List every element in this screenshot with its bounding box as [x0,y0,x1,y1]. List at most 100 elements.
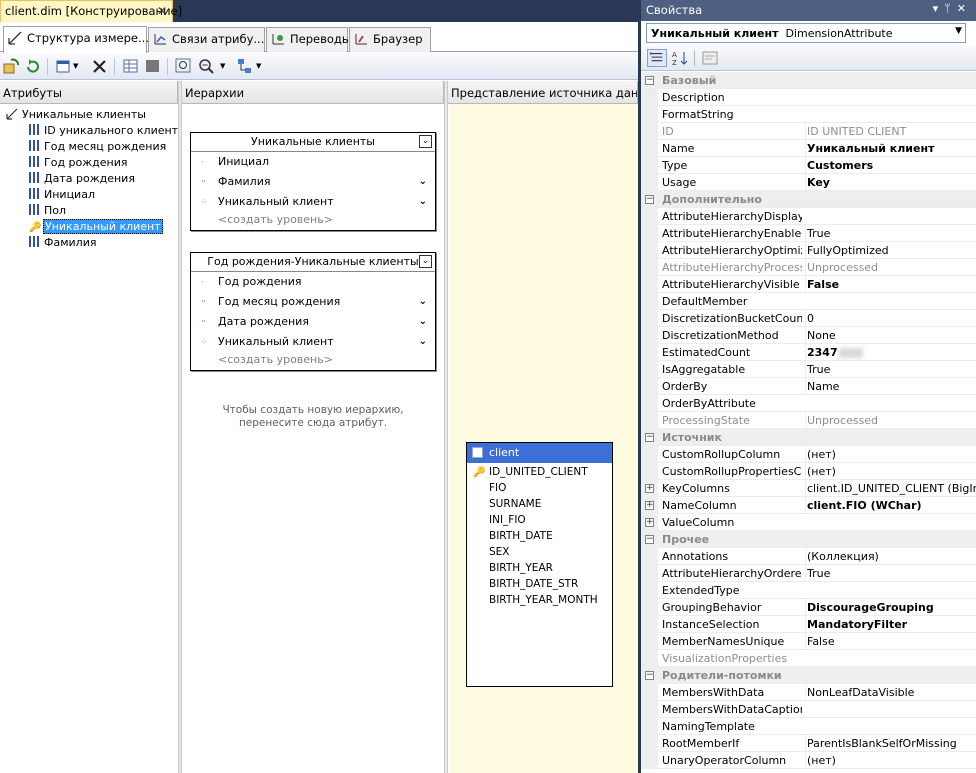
property-row[interactable]: OrderByAttribute [641,395,976,412]
property-value[interactable]: (нет) [805,463,976,480]
property-row[interactable]: + NameColumn client.FIO (WChar) [641,497,976,514]
property-row[interactable]: IsAggregatable True [641,361,976,378]
hierarchy-title[interactable]: Уникальные клиенты ⌄ [191,133,435,152]
dsv-column[interactable]: SURNAME [467,496,612,512]
property-category[interactable]: − Родители-потомки [641,667,976,684]
tab-dimension-structure[interactable]: Структура измере... [3,26,149,53]
dsv-column[interactable]: BIRTH_DATE_STR [467,576,612,592]
dsv-table-header[interactable]: client [467,443,612,463]
level-dropdown-icon[interactable]: ⌄ [419,332,427,352]
dsv-column[interactable]: INI_FIO [467,512,612,528]
dsv-column[interactable]: SEX [467,544,612,560]
property-category[interactable]: − Источник [641,429,976,446]
chevron-down-icon[interactable]: ▼ [955,26,962,36]
level-dropdown-icon[interactable]: ⌄ [419,292,427,312]
collapse-icon[interactable]: − [645,195,654,204]
attribute-item[interactable]: Фамилия [29,235,96,251]
property-row[interactable]: MemberNamesUnique False [641,633,976,650]
property-row[interactable]: CustomRollupColumn (нет) [641,446,976,463]
view-icon[interactable] [55,58,73,75]
property-value[interactable]: False [805,276,976,293]
hierarchy-title[interactable]: Год рождения-Уникальные клиенты ⌄ [191,253,435,272]
collapse-icon[interactable]: − [645,535,654,544]
property-row[interactable]: + KeyColumns client.ID_UNITED_CLIENT (BigI… [641,480,976,497]
property-value[interactable]: Name [805,378,976,395]
property-value[interactable]: ID UNITED CLIENT [805,123,976,140]
chevron-down-icon[interactable]: ▼ [73,62,91,79]
property-value[interactable]: Key [805,174,976,191]
property-value[interactable]: None [805,327,976,344]
property-row[interactable]: UnaryOperatorColumn (нет) [641,752,976,769]
property-value[interactable]: True [805,225,976,242]
property-value[interactable]: Unprocessed [805,412,976,429]
attribute-item[interactable]: Инициал [29,187,95,203]
chevron-down-icon[interactable]: ▼ [256,62,274,79]
property-value[interactable]: FullyOptimized [805,242,976,259]
delete-icon[interactable] [91,58,109,75]
property-value[interactable]: Unprocessed [805,259,976,276]
collapse-icon[interactable]: ⌄ [419,255,432,268]
attribute-item[interactable]: 🔑 Уникальный клиент [29,219,163,235]
property-row[interactable]: MembersWithDataCaption [641,701,976,718]
property-row[interactable]: AttributeHierarchyDisplayFolder [641,208,976,225]
property-value[interactable]: (Коллекция) [805,548,976,565]
refresh-icon[interactable] [24,58,42,75]
document-tab[interactable]: client.dim [Конструирование] ✕ [0,0,182,22]
create-level[interactable]: <создать уровень> [191,212,435,230]
hierarchy-box[interactable]: Год рождения-Уникальные клиенты ⌄ · Год рож… [190,252,436,371]
hierarchy-level[interactable]: ⠒ Год месяц рождения ⌄ [191,292,435,312]
arrange-tables-icon[interactable] [236,58,254,75]
property-row[interactable]: DefaultMember [641,293,976,310]
dsv-column[interactable]: BIRTH_YEAR [467,560,612,576]
close-icon[interactable]: ✕ [957,2,972,15]
property-row[interactable]: GroupingBehavior DiscourageGrouping [641,599,976,616]
dsv-column[interactable]: BIRTH_YEAR_MONTH [467,592,612,608]
pin-icon[interactable]: ᛘ [944,2,957,15]
property-row[interactable]: DiscretizationBucketCount 0 [641,310,976,327]
property-value[interactable]: True [805,361,976,378]
hierarchy-level[interactable]: ⠒ Дата рождения ⌄ [191,312,435,332]
attribute-item[interactable]: Дата рождения [29,171,135,187]
attributes-root[interactable]: Уникальные клиенты [6,107,146,123]
property-row[interactable]: AttributeHierarchyOrdered True [641,565,976,582]
property-row[interactable]: EstimatedCount 2347 [641,344,976,361]
dsv-column[interactable]: BIRTH_DATE [467,528,612,544]
pane-splitter[interactable] [444,81,448,773]
property-row[interactable]: MembersWithData NonLeafDataVisible [641,684,976,701]
property-value[interactable]: Customers [805,157,976,174]
property-value[interactable]: Уникальный клиент [805,140,976,157]
zoom-fit-icon[interactable] [175,58,193,75]
table-icon[interactable] [122,58,140,75]
property-row[interactable]: AttributeHierarchyOptimizedState FullyOpt… [641,242,976,259]
property-value[interactable]: DiscourageGrouping [805,599,976,616]
property-value[interactable]: 2347 [805,344,976,361]
property-row[interactable]: RootMemberIf ParentIsBlankSelfOrMissing [641,735,976,752]
attribute-item[interactable]: Год рождения [29,155,128,171]
close-icon[interactable]: ✕ [157,4,167,18]
property-value[interactable]: (нет) [805,446,976,463]
property-row[interactable]: Name Уникальный клиент [641,140,976,157]
collapse-icon[interactable]: − [645,76,654,85]
property-row[interactable]: + ValueColumn [641,514,976,531]
zoom-icon[interactable] [198,58,216,75]
hierarchy-level[interactable]: · Инициал [191,152,435,172]
property-row[interactable]: CustomRollupPropertiesColumn (нет) [641,463,976,480]
create-level[interactable]: <создать уровень> [191,352,435,370]
hierarchy-level[interactable]: ⠒ Фамилия ⌄ [191,172,435,192]
property-row[interactable]: Type Customers [641,157,976,174]
expand-icon[interactable]: + [645,484,654,493]
tab-browser[interactable]: Браузер [349,27,431,52]
dsv-column[interactable]: FIO [467,480,612,496]
hierarchy-box[interactable]: Уникальные клиенты ⌄ · Инициал ⠒ Фамилия ⌄ ⁘ Уни… [190,132,436,231]
expand-icon[interactable]: + [645,501,654,510]
property-value[interactable]: False [805,633,976,650]
property-category[interactable]: − Базовый [641,72,976,89]
property-category[interactable]: − Дополнительно [641,191,976,208]
property-row[interactable]: OrderBy Name [641,378,976,395]
sort-alphabetical-icon[interactable]: AZ [670,49,690,67]
property-value[interactable]: NonLeafDataVisible [805,684,976,701]
tab-translations[interactable]: Переводы [266,27,351,52]
property-value[interactable]: 0 [805,310,976,327]
process-icon[interactable] [2,58,20,75]
property-value[interactable]: MandatoryFilter [805,616,976,633]
